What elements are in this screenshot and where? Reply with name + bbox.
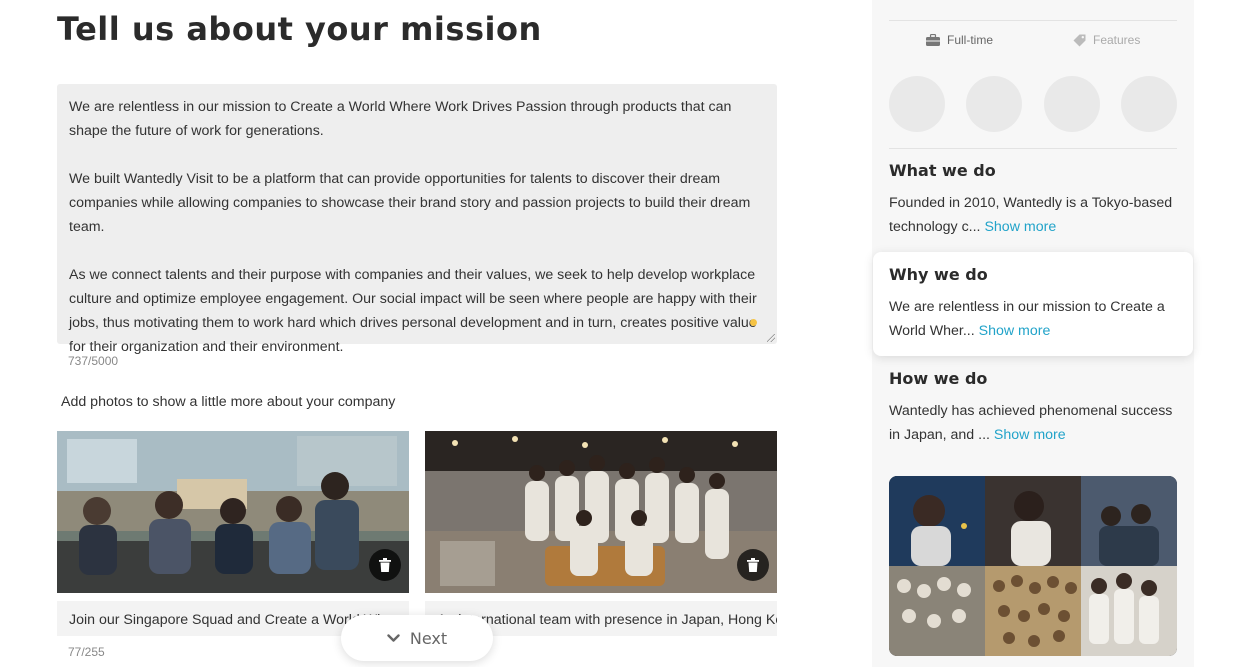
collage-image <box>889 476 1177 656</box>
company-photo-collage <box>889 476 1177 656</box>
why-we-do-text: We are relentless in our mission to Crea… <box>889 295 1174 343</box>
features-label: Features <box>1093 33 1141 47</box>
why-we-do-title: Why we do <box>889 265 988 284</box>
avatar-placeholder <box>1044 76 1100 132</box>
company-photo-2 <box>425 431 777 593</box>
features-tag: Features <box>1073 30 1140 50</box>
divider <box>889 20 1177 21</box>
show-more-link[interactable]: Show more <box>994 427 1066 443</box>
employment-type-label: Full-time <box>947 33 994 47</box>
caption-char-count: 77/255 <box>68 645 105 659</box>
divider <box>889 148 1177 149</box>
next-button[interactable]: Next <box>341 615 493 661</box>
mission-paragraph: We are relentless in our mission to Crea… <box>69 99 732 139</box>
tag-icon <box>1073 34 1086 46</box>
page-title: Tell us about your mission <box>57 10 542 48</box>
company-photo-1 <box>57 431 409 593</box>
what-we-do-text: Founded in 2010, Wantedly is a Tokyo-bas… <box>889 191 1174 239</box>
delete-photo-button[interactable] <box>737 549 769 581</box>
delete-photo-button[interactable] <box>369 549 401 581</box>
how-we-do-text: Wantedly has achieved phenomenal success… <box>889 399 1174 447</box>
briefcase-icon <box>926 34 940 46</box>
photos-label: Add photos to show a little more about y… <box>61 394 396 410</box>
chevron-down-icon <box>387 633 400 642</box>
mission-paragraph: As we connect talents and their purpose … <box>69 267 757 355</box>
show-more-link[interactable]: Show more <box>984 219 1056 235</box>
trash-icon <box>747 558 759 572</box>
mission-textarea[interactable]: We are relentless in our mission to Crea… <box>57 84 777 355</box>
trash-icon <box>379 558 391 572</box>
show-more-link[interactable]: Show more <box>979 323 1051 339</box>
what-we-do-title: What we do <box>889 161 996 180</box>
mission-char-count: 737/5000 <box>68 354 119 368</box>
mission-paragraph: We built Wantedly Visit to be a platform… <box>69 171 751 235</box>
team-photo-image <box>425 431 777 593</box>
employment-type: Full-time <box>926 30 993 50</box>
next-button-label: Next <box>409 628 448 648</box>
status-dot <box>750 319 757 326</box>
how-we-do-title: How we do <box>889 369 988 388</box>
avatar-placeholder <box>1121 76 1177 132</box>
avatar-placeholder <box>889 76 945 132</box>
group-photo-image <box>57 431 409 593</box>
avatar-placeholder <box>966 76 1022 132</box>
resize-handle[interactable] <box>767 334 775 342</box>
